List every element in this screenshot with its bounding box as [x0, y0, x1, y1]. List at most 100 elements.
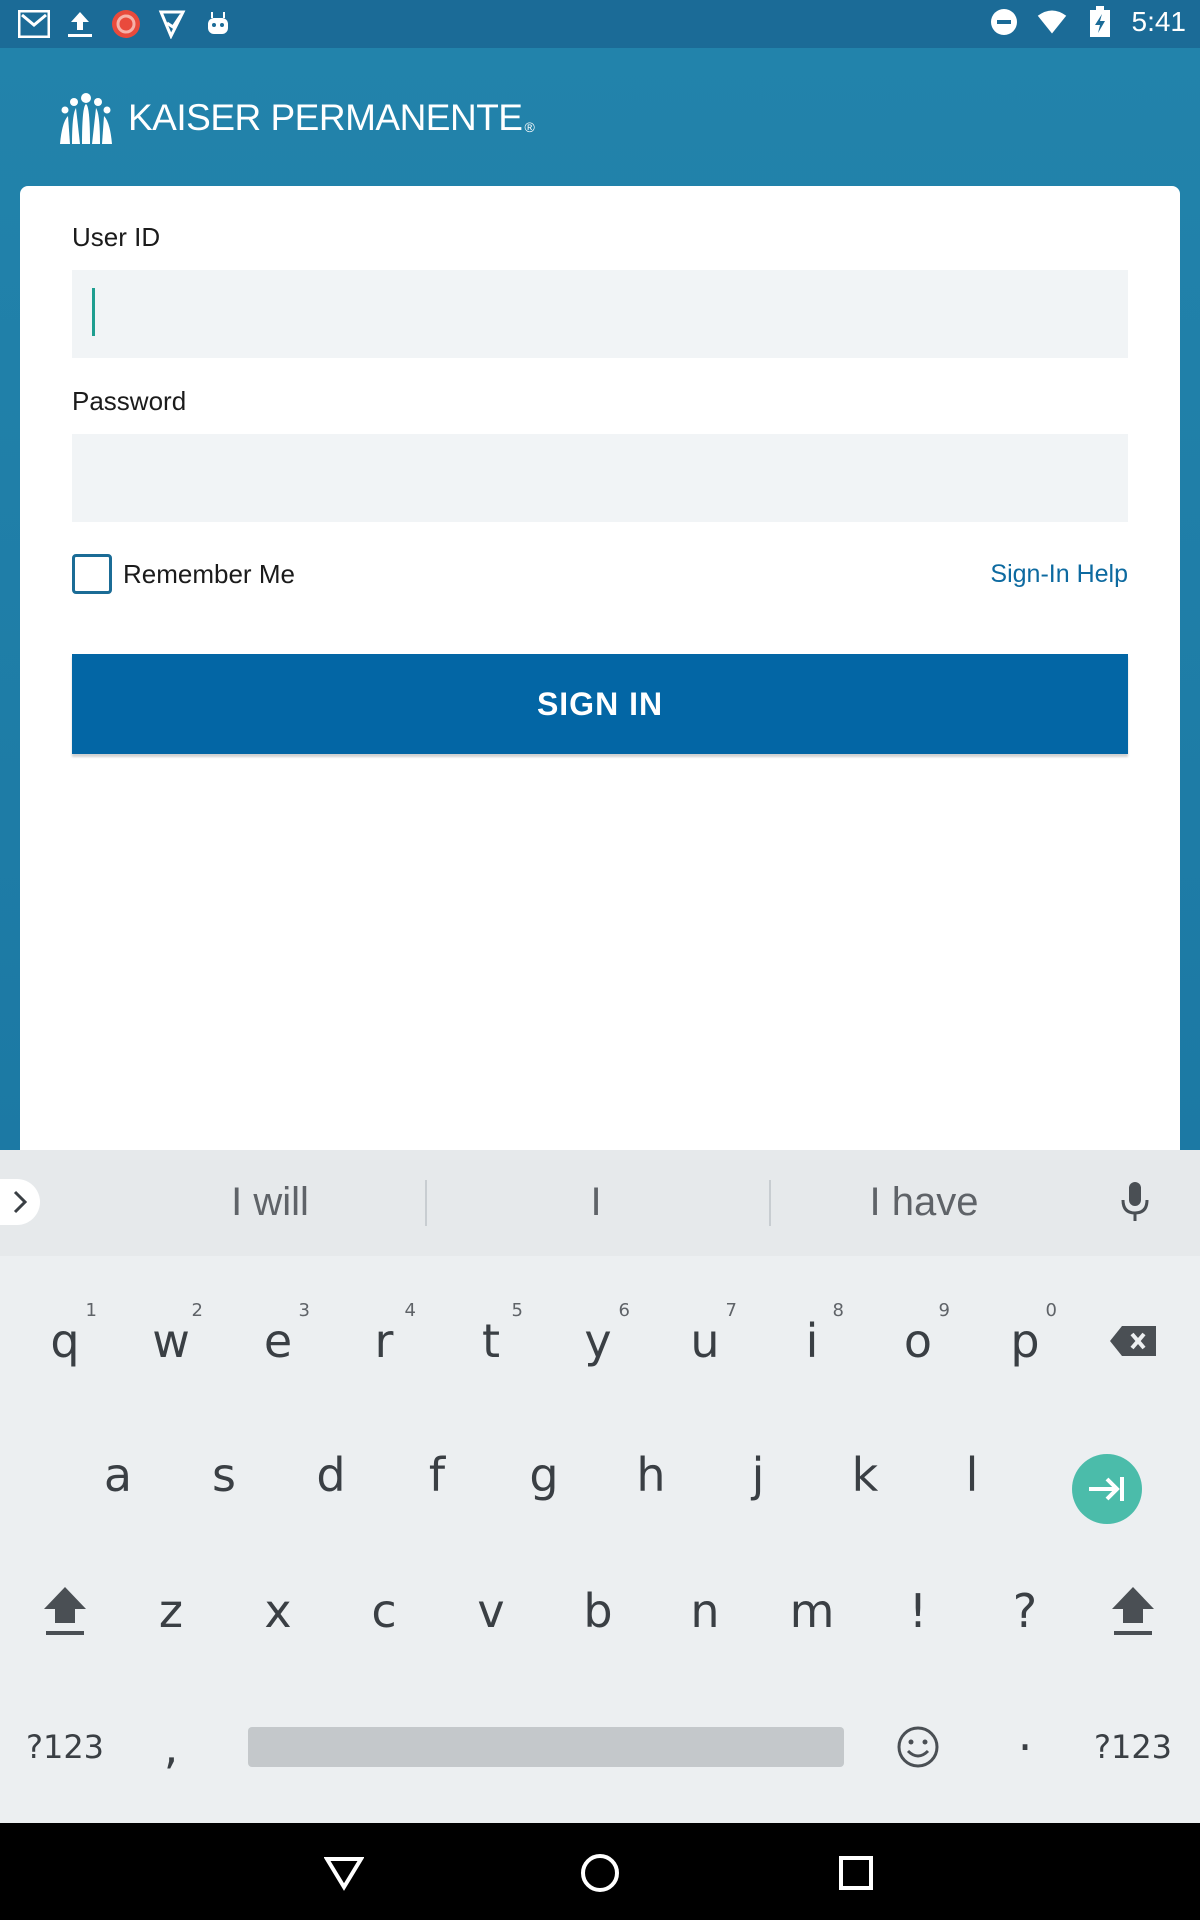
key-s[interactable]: s	[174, 1420, 274, 1530]
do-not-disturb-icon	[988, 6, 1020, 38]
key-hint: 0	[1045, 1300, 1057, 1321]
login-card: User ID Password Remember Me Sign-In Hel…	[20, 186, 1180, 1150]
app-badge-icon	[110, 8, 142, 40]
key-r[interactable]: r4	[334, 1286, 434, 1396]
key-hint: 3	[298, 1300, 310, 1321]
key-b[interactable]: b	[548, 1556, 648, 1666]
brand-name: KAISER PERMANENTE	[128, 97, 523, 138]
key-hint: 7	[725, 1300, 737, 1321]
brand-registered-mark: ®	[524, 119, 535, 135]
remember-me[interactable]: Remember Me	[72, 554, 295, 594]
play-store-icon	[156, 8, 188, 40]
text-cursor	[92, 288, 95, 336]
key-x[interactable]: x	[228, 1556, 328, 1666]
soft-keyboard: I will I I have q1 w2 e3 r4 t5 y6 u7 i8 …	[0, 1150, 1200, 1823]
key-label: r	[374, 1314, 394, 1368]
navigation-bar	[0, 1823, 1200, 1920]
key-hint: 6	[618, 1300, 630, 1321]
key-question[interactable]: ?	[975, 1556, 1075, 1666]
nav-back-button[interactable]	[320, 1849, 368, 1897]
shift-key-left[interactable]	[15, 1556, 115, 1666]
key-q[interactable]: q1	[15, 1286, 115, 1396]
android-icon	[202, 8, 234, 40]
key-f[interactable]: f	[387, 1420, 487, 1530]
suggestion-divider	[425, 1180, 427, 1226]
recents-icon	[839, 1856, 873, 1890]
key-d[interactable]: d	[281, 1420, 381, 1530]
key-comma[interactable]: ,	[121, 1692, 221, 1802]
shift-key-right[interactable]	[1083, 1556, 1183, 1666]
key-hint: 4	[404, 1300, 416, 1321]
key-u[interactable]: u7	[655, 1286, 755, 1396]
remember-me-label: Remember Me	[123, 558, 295, 589]
battery-charging-icon	[1084, 6, 1116, 38]
shift-icon	[1112, 1587, 1154, 1635]
key-p[interactable]: p0	[975, 1286, 1075, 1396]
password-label: Password	[72, 386, 187, 416]
next-field-key[interactable]	[1072, 1454, 1142, 1524]
tab-next-icon	[1089, 1477, 1124, 1501]
back-icon	[324, 1857, 364, 1891]
key-g[interactable]: g	[494, 1420, 594, 1530]
key-l[interactable]: l	[922, 1420, 1022, 1530]
nav-home-button[interactable]	[576, 1849, 624, 1897]
gmail-icon	[18, 8, 50, 40]
key-e[interactable]: e3	[228, 1286, 328, 1396]
user-id-label: User ID	[72, 222, 161, 252]
key-t[interactable]: t5	[441, 1286, 541, 1396]
key-y[interactable]: y6	[548, 1286, 648, 1396]
key-h[interactable]: h	[601, 1420, 701, 1530]
key-label: u	[690, 1314, 720, 1368]
shift-icon	[44, 1587, 86, 1635]
emoji-key[interactable]	[868, 1692, 968, 1802]
backspace-icon	[1110, 1326, 1156, 1356]
brand-logo: KAISER PERMANENTE ®	[58, 92, 535, 144]
key-label: t	[481, 1314, 501, 1368]
key-k[interactable]: k	[815, 1420, 915, 1530]
key-period[interactable]: ·	[975, 1692, 1075, 1802]
backspace-key[interactable]	[1083, 1286, 1183, 1396]
key-n[interactable]: n	[655, 1556, 755, 1666]
status-bar: 5:41	[0, 0, 1200, 48]
upload-icon	[64, 8, 96, 40]
wifi-icon	[1036, 6, 1068, 38]
key-v[interactable]: v	[441, 1556, 541, 1666]
home-icon	[581, 1854, 619, 1892]
key-exclamation[interactable]: !	[868, 1556, 968, 1666]
emoji-icon	[897, 1726, 939, 1768]
key-c[interactable]: c	[334, 1556, 434, 1666]
key-hint: 9	[938, 1300, 950, 1321]
key-o[interactable]: o9	[868, 1286, 968, 1396]
space-bar[interactable]	[248, 1727, 844, 1767]
key-j[interactable]: j	[708, 1420, 808, 1530]
key-z[interactable]: z	[121, 1556, 221, 1666]
sign-in-button[interactable]: SIGN IN	[72, 654, 1128, 754]
suggestion-1[interactable]: I will	[170, 1180, 370, 1225]
key-label: q	[50, 1314, 80, 1368]
suggestion-bar: I will I I have	[0, 1150, 1200, 1256]
key-hint: 1	[85, 1300, 97, 1321]
password-input[interactable]	[72, 434, 1128, 522]
suggestion-2[interactable]: I	[546, 1180, 646, 1225]
key-m[interactable]: m	[762, 1556, 862, 1666]
sign-in-help-link[interactable]: Sign-In Help	[990, 560, 1128, 589]
key-label: i	[805, 1314, 819, 1368]
key-label: w	[152, 1314, 190, 1368]
key-label: y	[584, 1314, 612, 1368]
key-i[interactable]: i8	[762, 1286, 862, 1396]
suggestions-expand-button[interactable]	[0, 1179, 40, 1225]
key-label: p	[1010, 1314, 1040, 1368]
remember-me-checkbox[interactable]	[72, 554, 112, 594]
chevron-right-icon	[13, 1190, 28, 1214]
key-hint: 2	[191, 1300, 203, 1321]
key-w[interactable]: w2	[121, 1286, 221, 1396]
user-id-input[interactable]	[72, 270, 1128, 358]
status-time: 5:41	[1131, 6, 1187, 37]
suggestion-3[interactable]: I have	[824, 1180, 1024, 1225]
nav-recents-button[interactable]	[832, 1849, 880, 1897]
symbols-key-right[interactable]: ?123	[1083, 1692, 1183, 1802]
suggestion-divider	[769, 1180, 771, 1226]
symbols-key-left[interactable]: ?123	[15, 1692, 115, 1802]
microphone-icon[interactable]	[1118, 1180, 1152, 1224]
key-a[interactable]: a	[68, 1420, 168, 1530]
